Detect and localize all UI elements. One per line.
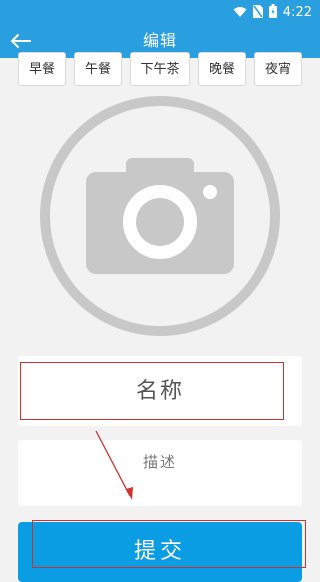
tab-breakfast[interactable]: 早餐: [18, 52, 66, 86]
wifi-icon: [233, 3, 247, 22]
name-field[interactable]: 名称: [18, 356, 302, 426]
status-icons: 4:22: [233, 3, 312, 22]
status-bar: 4:22: [0, 0, 320, 24]
no-sim-icon: [252, 3, 263, 22]
description-field[interactable]: 描述: [18, 440, 302, 506]
status-time: 4:22: [282, 4, 312, 20]
meal-type-tabs: 早餐 午餐 下午茶 晚餐 夜宵: [18, 50, 302, 90]
tab-late-night-snack[interactable]: 夜宵: [254, 52, 302, 86]
tab-dinner[interactable]: 晚餐: [198, 52, 246, 86]
tab-afternoon-tea[interactable]: 下午茶: [130, 52, 190, 86]
tab-lunch[interactable]: 午餐: [74, 52, 122, 86]
name-field-placeholder: 名称: [135, 379, 184, 404]
battery-icon: [268, 3, 277, 22]
photo-picker[interactable]: [40, 96, 280, 336]
description-field-placeholder: 描述: [142, 453, 177, 471]
camera-icon: [86, 158, 234, 274]
submit-button[interactable]: 提交: [18, 522, 302, 582]
